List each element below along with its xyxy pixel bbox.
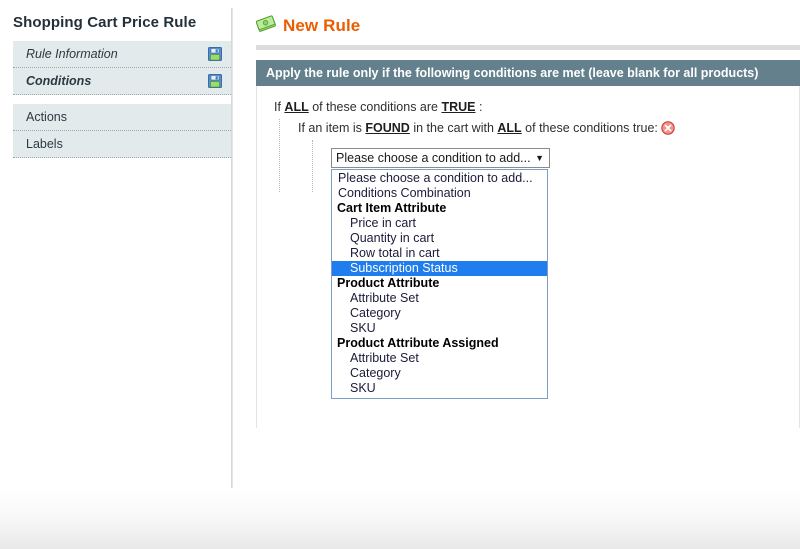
condition-select[interactable]: Please choose a condition to add... ▼ xyxy=(331,148,550,168)
main-content: New Rule Apply the rule only if the foll… xyxy=(255,0,800,428)
sidebar-group-secondary: Actions Labels xyxy=(13,104,231,158)
condition-nest-level-2: Please choose a condition to add... ▼ Pl… xyxy=(312,140,799,399)
condition-select-dropdown[interactable]: Please choose a condition to add... Condi… xyxy=(331,169,548,399)
condition-option[interactable]: Cart Item Attribute xyxy=(332,201,547,216)
condition-option[interactable]: Price in cart xyxy=(332,216,547,231)
condition-aggregator-link[interactable]: ALL xyxy=(497,121,521,135)
title-divider xyxy=(256,45,800,50)
condition-option[interactable]: Category xyxy=(332,366,547,381)
condition-option[interactable]: Please choose a condition to add... xyxy=(332,171,547,186)
condition-aggregator-link[interactable]: ALL xyxy=(284,100,308,114)
money-icon xyxy=(255,14,276,37)
sidebar: Shopping Cart Price Rule Rule Informatio… xyxy=(0,0,232,158)
sidebar-item-label: Rule Information xyxy=(26,47,118,61)
condition-option[interactable]: Subscription Status xyxy=(332,261,547,276)
condition-option[interactable]: Product Attribute xyxy=(332,276,547,291)
conditions-panel-header: Apply the rule only if the following con… xyxy=(256,60,800,86)
condition-nest-level-1: If an item is FOUND in the cart with ALL… xyxy=(279,119,799,399)
sidebar-title: Shopping Cart Price Rule xyxy=(13,14,197,31)
sidebar-item-label: Labels xyxy=(26,137,63,151)
condition-truth-link[interactable]: TRUE xyxy=(441,100,475,114)
sidebar-item-label: Actions xyxy=(26,110,67,124)
page-footer-gradient xyxy=(0,489,800,549)
sidebar-group-divider xyxy=(13,95,231,104)
sidebar-item-conditions[interactable]: Conditions xyxy=(13,68,231,95)
condition-option[interactable]: SKU xyxy=(332,381,547,396)
condition-found-link[interactable]: FOUND xyxy=(365,121,409,135)
condition-option[interactable]: Category xyxy=(332,306,547,321)
condition-middle: of these conditions are xyxy=(308,100,442,114)
page-header: New Rule xyxy=(255,0,800,37)
condition-option[interactable]: Attribute Set xyxy=(332,351,547,366)
condition-prefix: If an item is xyxy=(298,121,366,135)
condition-option[interactable]: Row total in cart xyxy=(332,246,547,261)
conditions-panel-body: If ALL of these conditions are TRUE : If… xyxy=(256,86,800,428)
sidebar-item-actions[interactable]: Actions xyxy=(13,104,231,131)
chevron-down-icon: ▼ xyxy=(535,153,544,163)
condition-line-root: If ALL of these conditions are TRUE : xyxy=(257,98,799,116)
condition-option[interactable]: Attribute Set xyxy=(332,291,547,306)
condition-line-item: If an item is FOUND in the cart with ALL… xyxy=(298,119,799,140)
sidebar-divider xyxy=(231,8,233,488)
condition-option[interactable]: Conditions Combination xyxy=(332,186,547,201)
save-icon[interactable] xyxy=(208,74,222,88)
condition-suffix: : xyxy=(475,100,483,114)
condition-option[interactable]: Product Attribute Assigned xyxy=(332,336,547,351)
sidebar-item-rule-information[interactable]: Rule Information xyxy=(13,41,231,68)
condition-select-container: Please choose a condition to add... ▼ Pl… xyxy=(331,148,799,399)
delete-circle-icon[interactable] xyxy=(661,121,676,138)
condition-prefix: If xyxy=(274,100,285,114)
sidebar-item-label: Conditions xyxy=(26,74,92,88)
condition-option[interactable]: Quantity in cart xyxy=(332,231,547,246)
page-title: New Rule xyxy=(283,15,361,35)
condition-option[interactable]: SKU xyxy=(332,321,547,336)
condition-suffix: of these conditions true: xyxy=(521,121,658,135)
condition-select-value: Please choose a condition to add... xyxy=(336,151,531,165)
save-icon[interactable] xyxy=(208,47,222,61)
condition-middle: in the cart with xyxy=(409,121,498,135)
sidebar-group-primary: Rule Information Conditions xyxy=(13,41,231,95)
sidebar-item-labels[interactable]: Labels xyxy=(13,131,231,158)
